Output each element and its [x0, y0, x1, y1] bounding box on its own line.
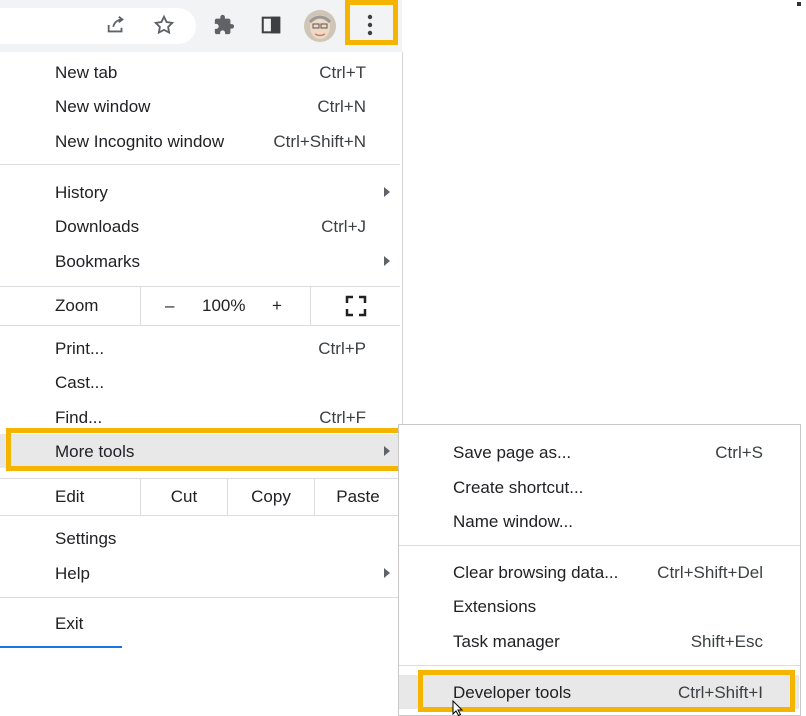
menu-separator	[0, 597, 400, 598]
submenu-item-task-manager[interactable]: Task manager Shift+Esc	[399, 624, 799, 658]
chevron-right-icon	[384, 256, 390, 266]
submenu-item-shortcut: Ctrl+Shift+Del	[657, 563, 763, 582]
more-tools-highlight-box	[6, 428, 403, 471]
menu-item-shortcut: Ctrl+J	[321, 217, 366, 236]
menu-item-label: History	[55, 183, 108, 202]
edit-label: Edit	[55, 487, 85, 506]
submenu-item-extensions[interactable]: Extensions	[399, 589, 799, 623]
submenu-item-shortcut: Ctrl+S	[715, 443, 763, 462]
menu-item-shortcut: Ctrl+F	[319, 408, 366, 427]
menu-item-label: Cast...	[55, 373, 105, 392]
menu-item-label: New window	[55, 97, 151, 116]
submenu-item-name-window[interactable]: Name window...	[399, 504, 799, 538]
menu-item-help[interactable]: Help	[0, 556, 400, 590]
zoom-label: Zoom	[55, 296, 99, 315]
menu-item-label: New Incognito window	[55, 132, 225, 151]
submenu-item-label: Save page as...	[453, 443, 572, 462]
zoom-out-label: –	[165, 296, 175, 315]
mouse-cursor-icon	[452, 700, 464, 716]
menu-item-label: Print...	[55, 339, 105, 358]
paste-button[interactable]: Paste	[314, 479, 401, 515]
submenu-item-label: Clear browsing data...	[453, 563, 619, 582]
submenu-separator	[399, 665, 800, 666]
zoom-out-button[interactable]: –	[140, 287, 201, 325]
chevron-right-icon	[384, 568, 390, 578]
menu-item-new-tab[interactable]: New tab Ctrl+T	[0, 55, 400, 89]
edit-row: Edit Cut Copy Paste	[0, 478, 400, 516]
menu-item-shortcut: Ctrl+T	[319, 63, 366, 82]
zoom-in-button[interactable]: +	[252, 287, 308, 325]
menu-item-settings[interactable]: Settings	[0, 521, 400, 555]
submenu-item-label: Name window...	[453, 512, 573, 531]
menu-item-label: Find...	[55, 408, 103, 427]
submenu-item-label: Create shortcut...	[453, 478, 584, 497]
menu-item-exit[interactable]: Exit	[0, 606, 400, 640]
menu-item-shortcut: Ctrl+N	[317, 97, 366, 116]
menu-item-new-window[interactable]: New window Ctrl+N	[0, 89, 400, 123]
fullscreen-icon	[345, 295, 367, 317]
menu-item-bookmarks[interactable]: Bookmarks	[0, 244, 400, 278]
page-underline-fragment	[0, 646, 122, 648]
submenu-item-save-page[interactable]: Save page as... Ctrl+S	[399, 435, 799, 469]
menu-item-print[interactable]: Print... Ctrl+P	[0, 331, 400, 365]
menu-item-label: Help	[55, 564, 90, 583]
zoom-in-label: +	[272, 296, 282, 315]
cut-label: Cut	[170, 487, 198, 506]
zoom-value: 100%	[202, 296, 246, 315]
submenu-item-clear-browsing-data[interactable]: Clear browsing data... Ctrl+Shift+Del	[399, 555, 799, 589]
menu-separator	[0, 164, 400, 165]
menu-item-shortcut: Ctrl+Shift+N	[273, 132, 366, 151]
menu-item-label: Bookmarks	[55, 252, 141, 271]
menu-item-cast[interactable]: Cast...	[0, 365, 400, 399]
kebab-highlight-box	[345, 0, 398, 45]
menu-item-history[interactable]: History	[0, 175, 400, 209]
chevron-right-icon	[384, 187, 390, 197]
paste-label: Paste	[336, 487, 380, 506]
menu-item-new-incognito[interactable]: New Incognito window Ctrl+Shift+N	[0, 124, 400, 158]
submenu-item-create-shortcut[interactable]: Create shortcut...	[399, 470, 799, 504]
developer-tools-highlight-box	[418, 670, 795, 712]
submenu-item-shortcut: Shift+Esc	[690, 632, 763, 651]
puzzle-icon[interactable]	[211, 12, 237, 38]
star-icon[interactable]	[151, 12, 177, 38]
menu-item-shortcut: Ctrl+P	[318, 339, 366, 358]
submenu-item-label: Task manager	[453, 632, 560, 651]
fullscreen-button[interactable]	[310, 287, 401, 325]
menu-item-label: Settings	[55, 529, 117, 548]
copy-label: Copy	[251, 487, 291, 506]
share-icon[interactable]	[103, 12, 129, 38]
side-panel-icon[interactable]	[258, 12, 284, 38]
cut-button[interactable]: Cut	[140, 479, 227, 515]
menu-item-downloads[interactable]: Downloads Ctrl+J	[0, 209, 400, 243]
corner-marker	[797, 2, 801, 6]
zoom-row: Zoom – 100% +	[0, 286, 400, 326]
menu-item-label: New tab	[55, 63, 118, 82]
avatar[interactable]	[304, 10, 336, 42]
submenu-separator	[399, 545, 800, 546]
menu-item-label: Downloads	[55, 217, 140, 236]
menu-item-label: Exit	[55, 614, 84, 633]
copy-button[interactable]: Copy	[227, 479, 314, 515]
browser-toolbar	[0, 0, 402, 52]
submenu-item-label: Extensions	[453, 597, 537, 616]
